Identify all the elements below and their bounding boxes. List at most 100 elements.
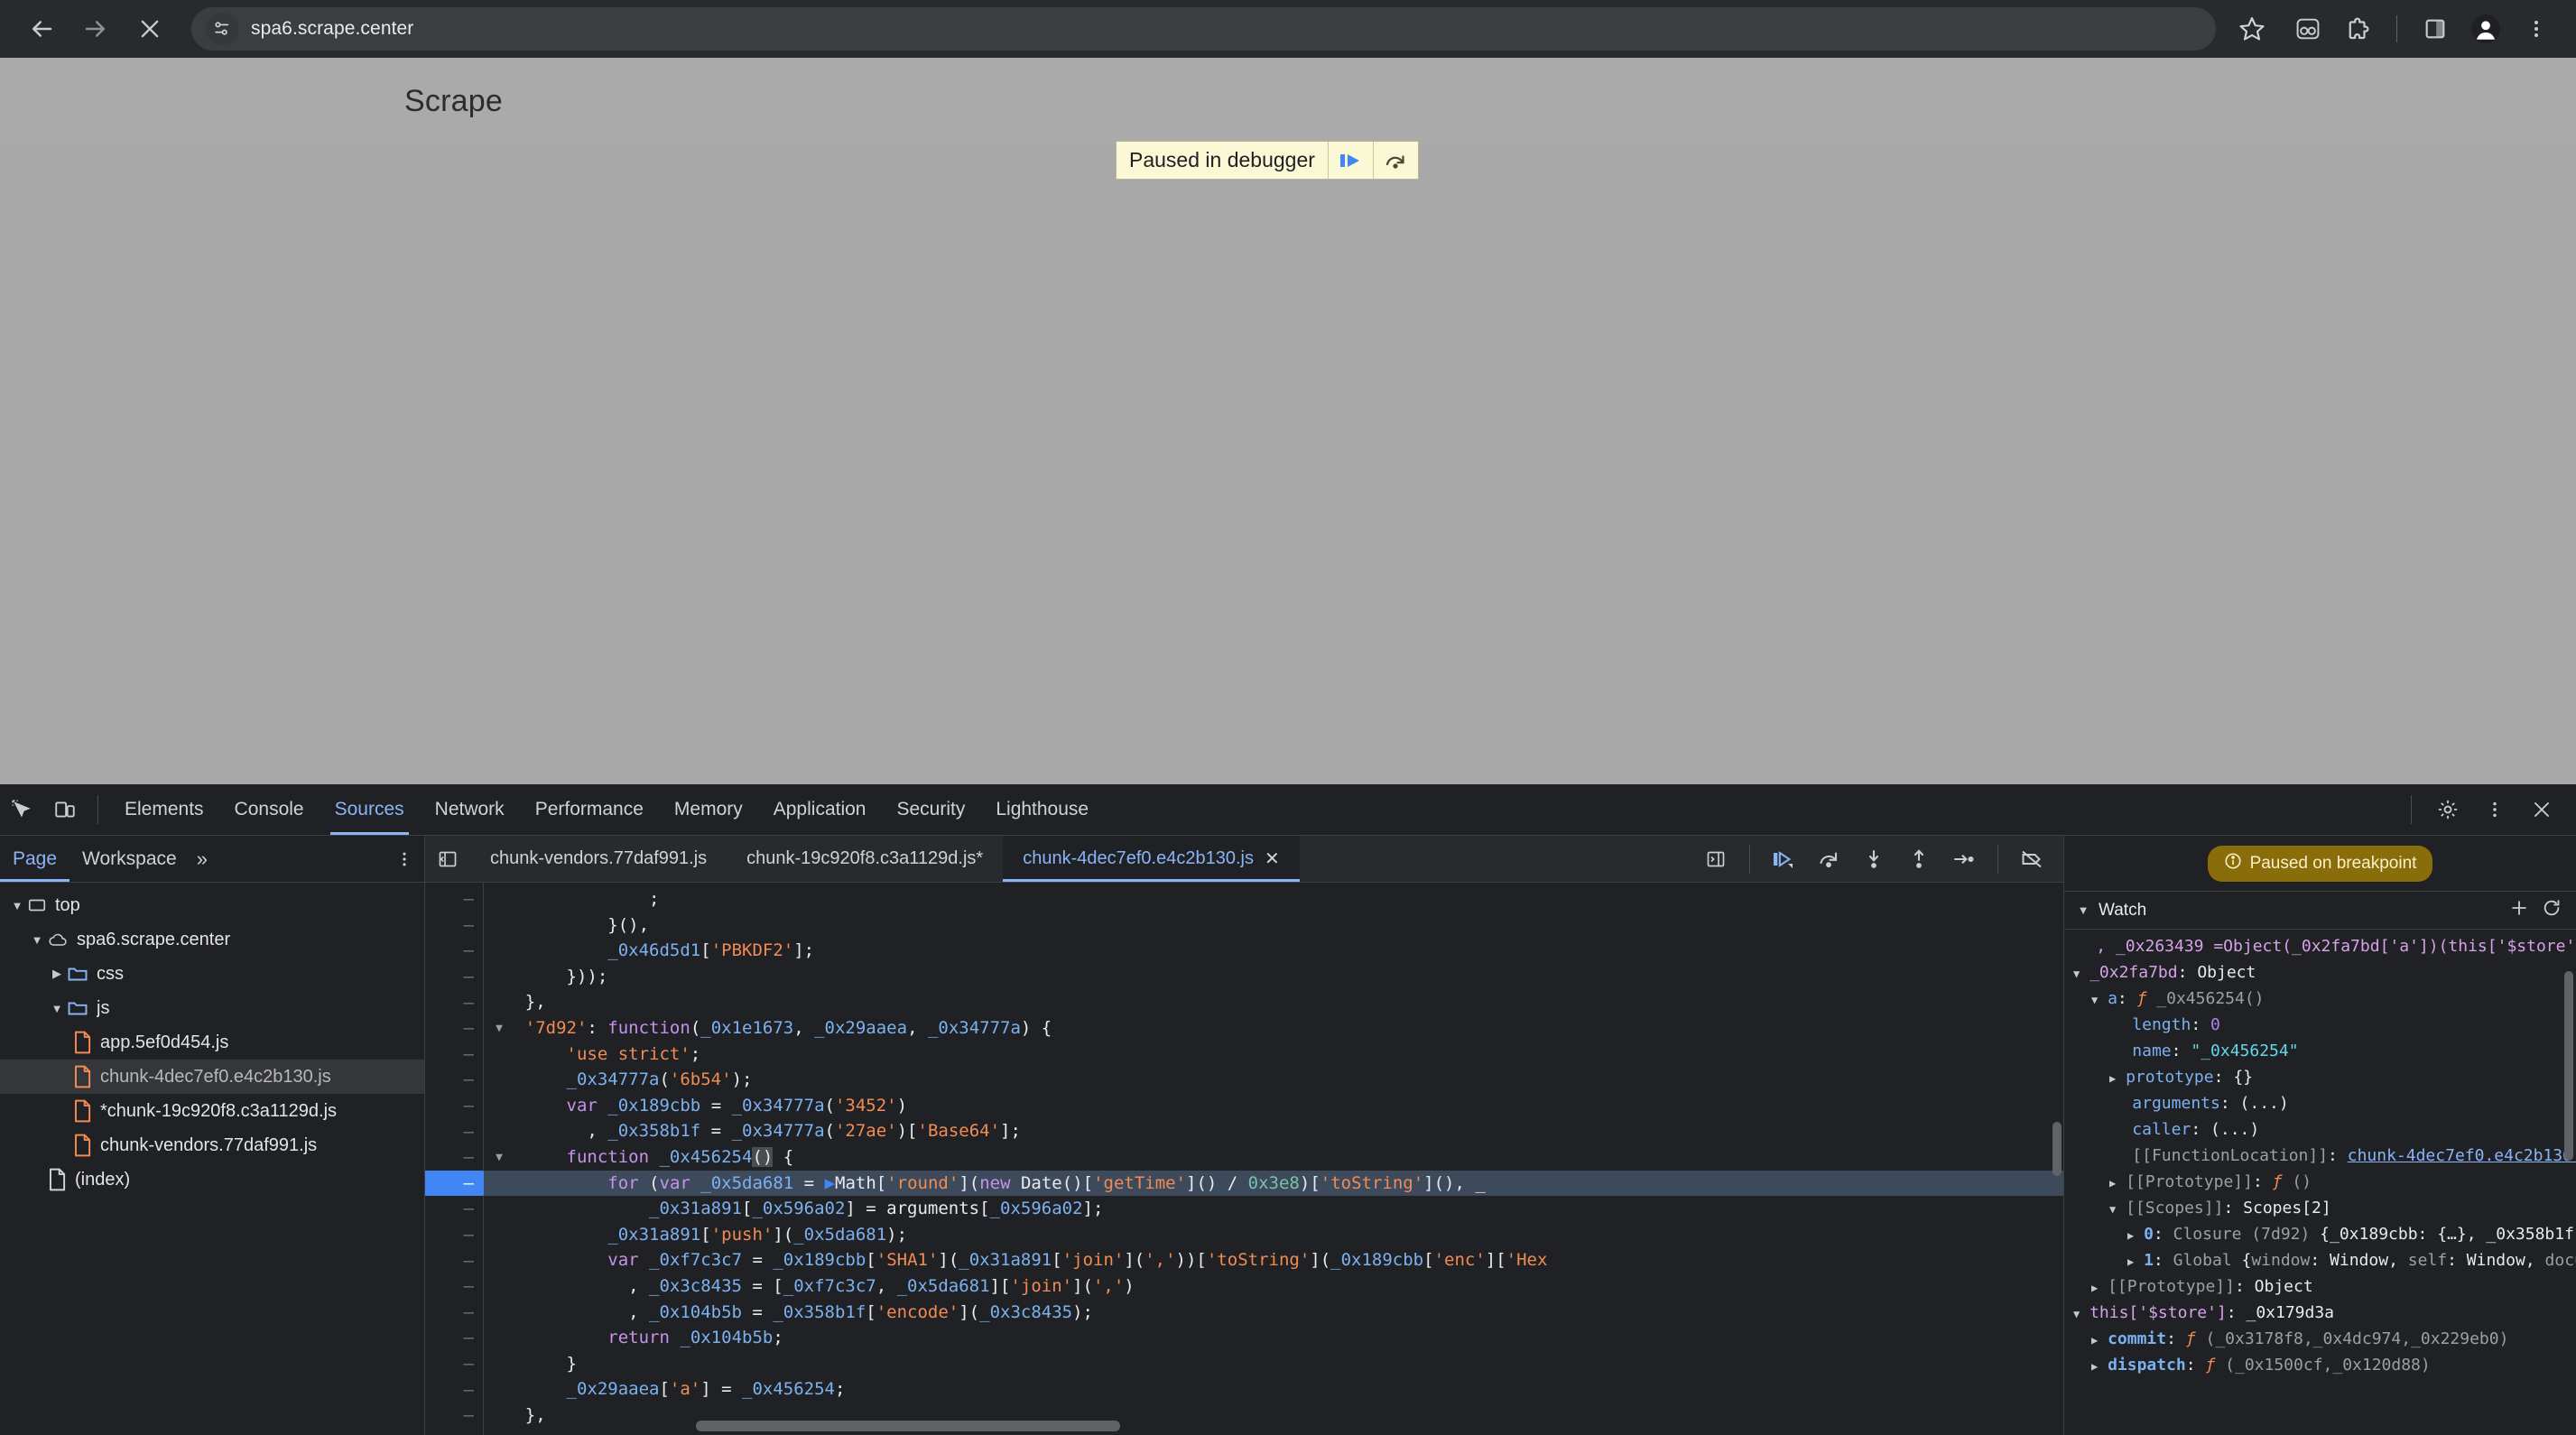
twisty-down-icon[interactable]: ▼ — [27, 933, 47, 947]
code-content[interactable]: ; }(), _0x46d5d1['PBKDF2']; })); }, '7d9… — [484, 883, 2063, 1435]
code-line-current[interactable]: for (var _0x5da681 = ▶Math['round'](new … — [484, 1170, 2063, 1197]
twisty-right-icon[interactable]: ▶ — [2127, 1229, 2134, 1242]
twisty-right-icon[interactable]: ▶ — [2091, 1334, 2098, 1347]
gutter-line[interactable]: – — [425, 1376, 483, 1403]
tree-item-file-chunk-vendors[interactable]: chunk-vendors.77daf991.js — [0, 1128, 424, 1162]
gutter-line[interactable]: – — [425, 1300, 483, 1326]
debugger-vertical-scrollbar[interactable] — [2564, 971, 2573, 1161]
watch-tree-row[interactable]: ▶ 0: Closure (7d92) {_0x189cbb: {…}, _0x… — [2064, 1221, 2576, 1247]
tree-item-origin[interactable]: ▼ spa6.scrape.center — [0, 922, 424, 957]
back-button[interactable] — [16, 4, 67, 54]
glasses-icon[interactable] — [2284, 5, 2331, 52]
nav-tab-workspace[interactable]: Workspace — [69, 836, 190, 882]
code-line[interactable]: function _0x456254() { — [484, 1144, 2063, 1171]
gutter-line[interactable]: – — [425, 1118, 483, 1144]
gutter-line[interactable]: – — [425, 1351, 483, 1377]
line-number-gutter[interactable]: – – – – – – ▼ – – – – – ▼ – – – – – – – – – – — [425, 883, 503, 1435]
step-out-of-call-icon[interactable] — [1896, 848, 1941, 870]
watch-tree-row[interactable]: length: 0 — [2064, 1012, 2576, 1038]
code-line[interactable]: , _0x104b5b = _0x358b1f['encode'](_0x3c8… — [484, 1300, 2063, 1326]
twisty-right-icon[interactable]: ▶ — [2091, 1282, 2098, 1294]
editor-tab-chunk-19c920f8[interactable]: chunk-19c920f8.c3a1129d.js* — [727, 836, 1003, 882]
tab-security[interactable]: Security — [881, 784, 980, 835]
code-line[interactable]: _0x29aaea['a'] = _0x456254; — [484, 1376, 2063, 1403]
gutter-line[interactable]: – ▼ — [425, 1015, 503, 1042]
gutter-line[interactable]: – — [425, 1093, 483, 1119]
code-line[interactable]: var _0x189cbb = _0x34777a('3452') — [484, 1093, 2063, 1119]
navigator-more-tabs-icon[interactable]: » — [190, 847, 215, 871]
twisty-down-icon[interactable]: ▼ — [2109, 1203, 2116, 1216]
watch-tree-row[interactable]: ▶ 1: Global {window: Window, self: Windo… — [2064, 1247, 2576, 1273]
code-line[interactable]: }(), — [484, 912, 2063, 939]
devtools-kebab-icon[interactable] — [2473, 788, 2516, 831]
star-icon[interactable] — [2229, 5, 2275, 52]
forward-button[interactable] — [70, 4, 121, 54]
tab-elements[interactable]: Elements — [109, 784, 219, 835]
tree-item-file-chunk-4dec7ef0[interactable]: chunk-4dec7ef0.e4c2b130.js — [0, 1060, 424, 1094]
tab-sources[interactable]: Sources — [320, 784, 420, 835]
puzzle-extension-icon[interactable] — [2335, 5, 2382, 52]
gear-icon[interactable] — [2426, 788, 2469, 831]
code-line[interactable]: _0x34777a('6b54'); — [484, 1067, 2063, 1093]
step-over-next-call-icon[interactable] — [1806, 848, 1851, 870]
collapse-navigator-icon[interactable] — [425, 836, 470, 882]
address-bar[interactable]: spa6.scrape.center — [191, 7, 2216, 51]
gutter-line[interactable]: – — [425, 989, 483, 1015]
refresh-icon[interactable] — [2542, 898, 2562, 923]
code-line[interactable]: }, — [484, 989, 2063, 1015]
code-line[interactable]: _0x31a891[_0x596a02] = arguments[_0x596a… — [484, 1196, 2063, 1222]
nav-tab-page[interactable]: Page — [0, 836, 70, 882]
plus-icon[interactable] — [2509, 898, 2529, 923]
tree-item-file-chunk-19c920f8[interactable]: *chunk-19c920f8.c3a1129d.js — [0, 1094, 424, 1128]
navigator-kebab-icon[interactable] — [385, 839, 424, 879]
editor-tab-chunk-vendors[interactable]: chunk-vendors.77daf991.js — [470, 836, 727, 882]
step-icon[interactable] — [1941, 848, 1987, 870]
gutter-line[interactable]: – — [425, 912, 483, 939]
gutter-line-execution[interactable]: – — [425, 1170, 496, 1197]
twisty-down-icon[interactable]: ▼ — [2091, 994, 2098, 1006]
watch-tree-row[interactable]: ▶ [[Prototype]]: ƒ () — [2064, 1169, 2576, 1195]
gutter-line[interactable]: – — [425, 886, 483, 912]
inspect-element-icon[interactable] — [0, 788, 43, 831]
device-toolbar-icon[interactable] — [43, 788, 87, 831]
twisty-right-icon[interactable]: ▶ — [2091, 1360, 2098, 1373]
watch-tree-row[interactable]: arguments: (...) — [2064, 1090, 2576, 1116]
stop-loading-button[interactable] — [125, 4, 175, 54]
gutter-line[interactable]: – — [425, 1273, 483, 1300]
tree-item-folder-js[interactable]: ▼ js — [0, 991, 424, 1025]
code-line[interactable]: , _0x3c8435 = [_0xf7c3c7, _0x5da681]['jo… — [484, 1273, 2063, 1300]
watch-tree-row[interactable]: ▼ [[Scopes]]: Scopes[2] — [2064, 1195, 2576, 1221]
expand-debugger-icon[interactable] — [1693, 848, 1738, 870]
code-line[interactable]: , _0x358b1f = _0x34777a('27ae')['Base64'… — [484, 1118, 2063, 1144]
watch-tree-row[interactable]: ▶ dispatch: ƒ (_0x1500cf,_0x120d88) — [2064, 1352, 2576, 1378]
gutter-line[interactable]: – — [425, 938, 483, 964]
watch-tree-row[interactable]: name: "_0x456254" — [2064, 1038, 2576, 1064]
twisty-down-icon[interactable]: ▼ — [2073, 1308, 2080, 1320]
watch-tree-row[interactable]: [[FunctionLocation]]: chunk-4dec7ef0.e4c… — [2064, 1143, 2576, 1169]
watch-tree-row[interactable]: ▼ this['$store']: _0x179d3a — [2064, 1300, 2576, 1326]
twisty-right-icon[interactable]: ▶ — [2109, 1072, 2116, 1085]
watch-tree-row[interactable]: ▼ _0x2fa7bd: Object — [2064, 959, 2576, 986]
deactivate-breakpoints-icon[interactable] — [2009, 848, 2054, 870]
twisty-down-icon[interactable]: ▼ — [47, 1002, 67, 1015]
site-info-icon[interactable] — [206, 13, 238, 45]
watch-tree-row[interactable]: ▶ commit: ƒ (_0x3178f8,_0x4dc974,_0x229e… — [2064, 1326, 2576, 1352]
tab-lighthouse[interactable]: Lighthouse — [980, 784, 1104, 835]
gutter-line[interactable]: – — [425, 1325, 483, 1351]
watch-tree-row[interactable]: caller: (...) — [2064, 1116, 2576, 1143]
step-over-icon[interactable] — [1372, 142, 1418, 179]
step-into-next-call-icon[interactable] — [1851, 848, 1896, 870]
watch-expressions-tree[interactable]: , _0x263439 =Object(_0x2fa7bd['a'])(this… — [2064, 930, 2576, 1435]
tree-item-top[interactable]: ▼ top — [0, 888, 424, 922]
twisty-right-icon[interactable]: ▶ — [47, 967, 67, 981]
gutter-line[interactable]: – — [425, 1247, 483, 1273]
code-line[interactable]: 'use strict'; — [484, 1042, 2063, 1068]
code-line[interactable]: ; — [484, 886, 2063, 912]
twisty-down-icon[interactable]: ▼ — [2073, 903, 2093, 917]
tab-application[interactable]: Application — [758, 784, 882, 835]
gutter-line[interactable]: – — [425, 1403, 483, 1429]
tab-memory[interactable]: Memory — [659, 784, 758, 835]
editor-horizontal-scrollbar[interactable] — [696, 1421, 1120, 1431]
tree-item-file-index[interactable]: (index) — [0, 1162, 424, 1197]
account-avatar-icon[interactable] — [2462, 5, 2509, 52]
